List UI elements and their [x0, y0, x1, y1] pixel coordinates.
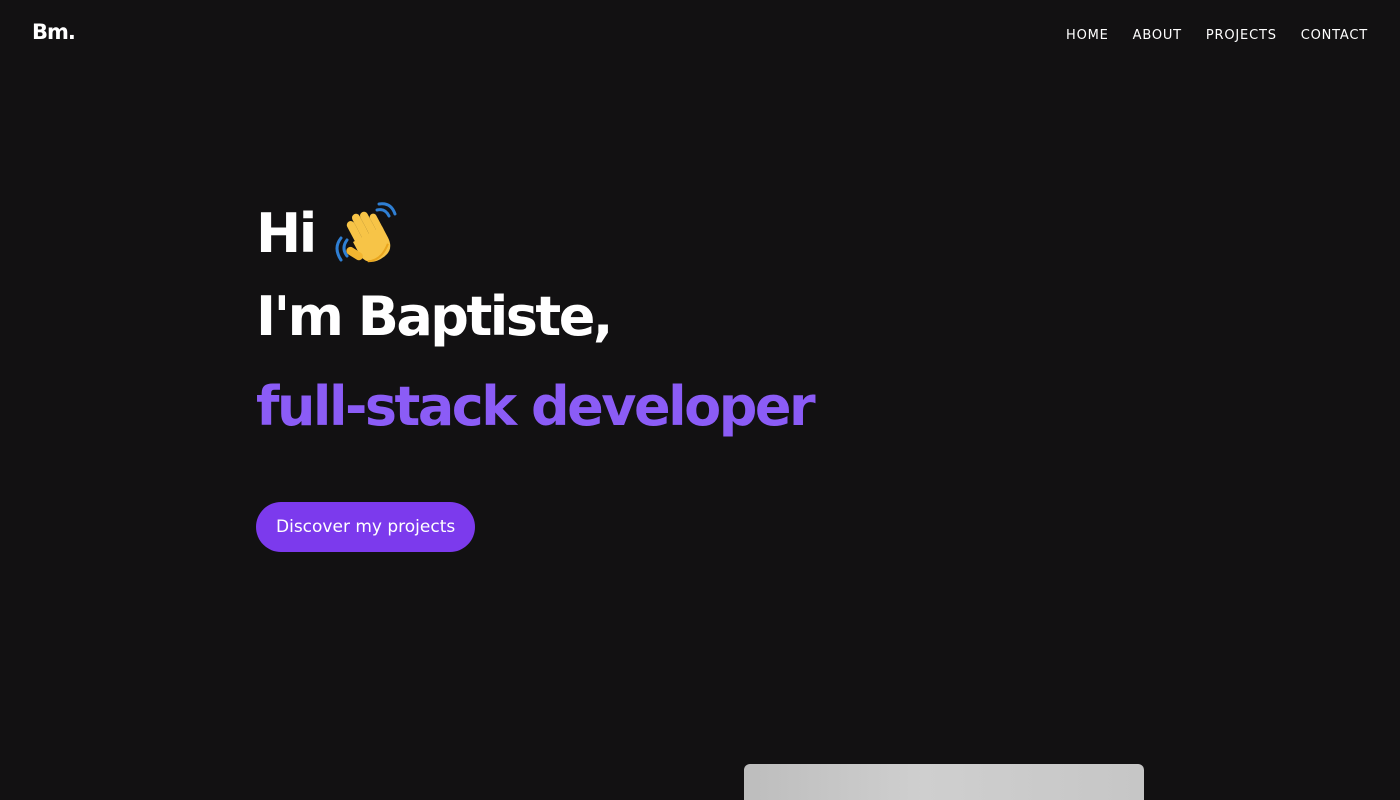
site-logo[interactable]: Bm.: [32, 20, 76, 44]
nav-about[interactable]: ABOUT: [1133, 28, 1182, 43]
role-heading: full-stack developer: [256, 375, 816, 438]
page: Bm. HOME ABOUT PROJECTS CONTACT Hi I'm B…: [0, 0, 1400, 800]
project-preview-card: [744, 764, 1144, 800]
greeting-text: Hi: [256, 202, 317, 265]
name-heading: I'm Baptiste,: [256, 285, 613, 348]
nav-contact[interactable]: CONTACT: [1301, 28, 1368, 43]
nav-home[interactable]: HOME: [1066, 28, 1109, 43]
discover-projects-button[interactable]: Discover my projects: [256, 502, 476, 552]
waving-hand-icon: [333, 202, 397, 266]
greeting-line: Hi: [256, 202, 397, 266]
main-nav: HOME ABOUT PROJECTS CONTACT: [1066, 28, 1368, 43]
nav-projects[interactable]: PROJECTS: [1206, 28, 1277, 43]
